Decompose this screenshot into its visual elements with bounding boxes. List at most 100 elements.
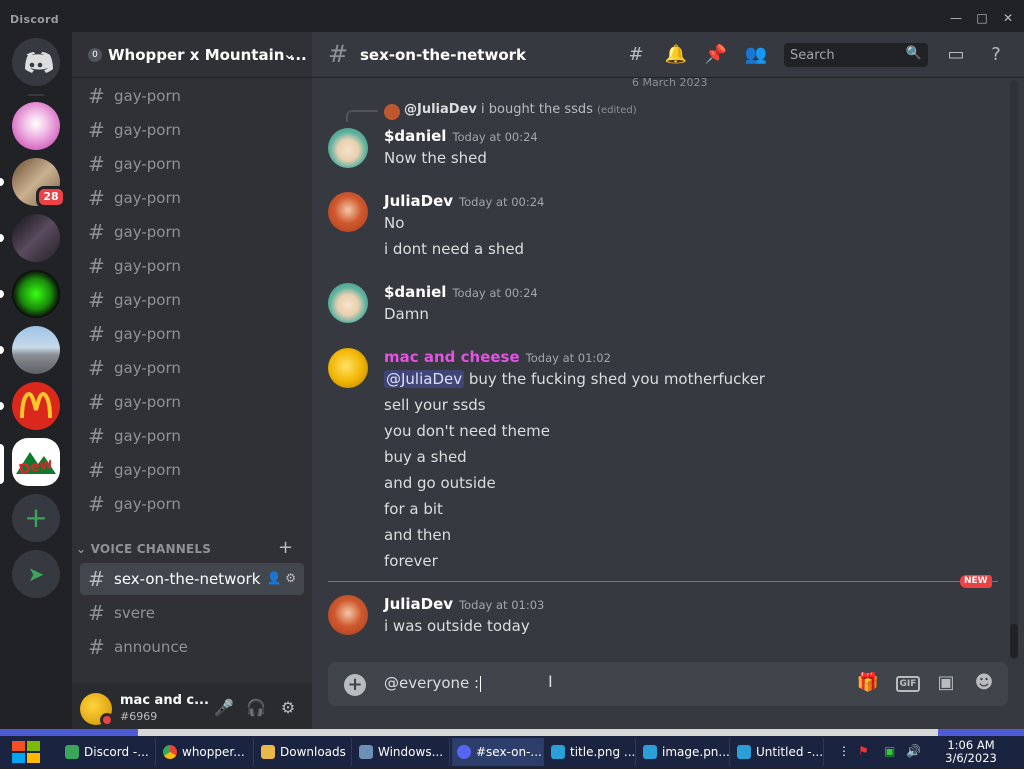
channel-item[interactable]: # gay-porn — [80, 80, 304, 112]
app-title: Discord — [10, 13, 59, 26]
add-server-icon[interactable]: + — [12, 494, 60, 542]
channel-item[interactable]: # gay-porn — [80, 250, 304, 282]
user-tag: #6969 — [120, 710, 158, 723]
channel-name: gay-porn — [114, 87, 181, 105]
avatar[interactable] — [328, 595, 368, 635]
server-icon-4[interactable] — [12, 270, 60, 318]
chevron-down-icon[interactable]: ⌄ — [283, 44, 296, 63]
bell-icon[interactable]: 🔔 — [664, 44, 688, 68]
taskbar-item[interactable]: Untitled -... — [732, 738, 824, 766]
text-cursor — [480, 675, 482, 692]
hashtag-icon: # — [88, 254, 105, 278]
message-author[interactable]: JuliaDev Today at 01:03 — [384, 595, 544, 613]
gif-icon[interactable]: GIF — [896, 676, 920, 692]
home-button[interactable] — [12, 38, 60, 86]
avatar[interactable] — [328, 128, 368, 168]
pin-icon[interactable]: 📌 — [704, 44, 728, 68]
channel-item[interactable]: # gay-porn — [80, 488, 304, 520]
avatar[interactable] — [328, 283, 368, 323]
microphone-icon[interactable]: 🎤 — [213, 698, 235, 720]
volume-icon[interactable]: 🔊 — [906, 744, 921, 758]
channel-item[interactable]: # gay-porn — [80, 420, 304, 452]
channel-item[interactable]: # gay-porn — [80, 216, 304, 248]
taskbar-item[interactable]: image.pn... — [638, 738, 730, 766]
avatar[interactable] — [328, 348, 368, 388]
message-text: sell your ssds — [384, 396, 486, 414]
hashtag-icon: # — [88, 118, 105, 142]
server-header[interactable]: 0 Whopper x Mountain ... ⌄ — [72, 32, 312, 78]
taskbar-item[interactable]: Windows... — [354, 738, 450, 766]
inbox-icon[interactable]: ▭ — [944, 44, 968, 68]
message-composer[interactable]: + @everyone : 🎁 GIF ▣ ☻ — [328, 662, 1008, 706]
avatar[interactable] — [328, 192, 368, 232]
server-icon-1[interactable] — [12, 102, 60, 150]
server-icon-5[interactable] — [12, 326, 60, 374]
invite-icon[interactable]: 👤 — [266, 571, 281, 585]
timestamp: Today at 00:24 — [452, 286, 538, 300]
hashtag-icon: # — [88, 390, 105, 414]
reply-text: i bought the ssds — [481, 102, 593, 117]
server-icon-mcdonalds[interactable] — [12, 382, 60, 430]
channel-item[interactable]: # gay-porn — [80, 148, 304, 180]
message-author[interactable]: mac and cheese Today at 01:02 — [384, 348, 611, 366]
minimize-icon[interactable]: — — [946, 11, 966, 25]
channel-name: gay-porn — [114, 325, 181, 343]
user-mention[interactable]: @JuliaDev — [384, 370, 465, 388]
message-author[interactable]: $daniel Today at 00:24 — [384, 283, 538, 301]
reply-preview[interactable]: @JuliaDev i bought the ssds (edited) — [404, 102, 637, 117]
channel-item-active[interactable]: # sex-on-the-network 👤 ⚙ — [80, 563, 304, 595]
scrollbar-thumb[interactable] — [1010, 624, 1018, 658]
scrollbar-track[interactable] — [1010, 80, 1018, 660]
sticker-icon[interactable]: ▣ — [934, 672, 958, 696]
clock[interactable]: 1:06 AM 3/6/2023 — [938, 739, 1004, 765]
add-channel-icon[interactable]: + — [278, 537, 293, 558]
gear-icon[interactable]: ⚙ — [277, 698, 299, 720]
channel-item[interactable]: # gay-porn — [80, 454, 304, 486]
explore-servers-icon[interactable]: ➤ — [12, 550, 60, 598]
taskbar-item[interactable]: Discord -... — [60, 738, 156, 766]
message-text: and go outside — [384, 474, 496, 492]
hashtag-icon: # — [88, 601, 105, 625]
message-input[interactable]: @everyone : — [384, 674, 482, 692]
close-icon[interactable]: ✕ — [998, 11, 1018, 25]
emoji-icon[interactable]: ☻ — [972, 672, 996, 696]
channel-item[interactable]: # gay-porn — [80, 114, 304, 146]
voice-category-header[interactable]: ⌄ VOICE CHANNELS — [76, 542, 211, 556]
message-text: buy a shed — [384, 448, 467, 466]
hashtag-icon: # — [88, 635, 105, 659]
server-icon-mountain-dew[interactable]: Dew — [12, 438, 60, 486]
upload-plus-icon[interactable]: + — [344, 674, 366, 696]
message-author[interactable]: JuliaDev Today at 00:24 — [384, 192, 544, 210]
flag-icon[interactable]: ⚑ — [858, 744, 869, 758]
taskbar-item-active[interactable]: #sex-on-... — [452, 738, 544, 766]
channel-item[interactable]: # gay-porn — [80, 386, 304, 418]
help-icon[interactable]: ? — [984, 44, 1008, 68]
channel-item[interactable]: # gay-porn — [80, 318, 304, 350]
gift-icon[interactable]: 🎁 — [856, 672, 880, 696]
members-icon[interactable]: 👥 — [744, 44, 768, 68]
taskbar-item[interactable]: whopper... — [158, 738, 254, 766]
maximize-icon[interactable]: □ — [972, 11, 992, 25]
network-icon[interactable]: ▣ — [884, 744, 895, 758]
channel-name: gay-porn — [114, 257, 181, 275]
channel-item[interactable]: # gay-porn — [80, 352, 304, 384]
channel-item[interactable]: # announce — [80, 631, 304, 663]
new-messages-divider — [328, 581, 998, 582]
hashtag-icon: # — [328, 40, 349, 68]
taskbar-item[interactable]: Downloads — [256, 738, 352, 766]
timestamp: Today at 01:03 — [459, 598, 545, 612]
channel-item[interactable]: # gay-porn — [80, 284, 304, 316]
gear-icon[interactable]: ⚙ — [285, 571, 296, 585]
message-text: forever — [384, 552, 438, 570]
message-author[interactable]: $daniel Today at 00:24 — [384, 127, 538, 145]
server-icon-3[interactable] — [12, 214, 60, 262]
search-input[interactable]: Search 🔍 — [784, 43, 928, 67]
headphones-icon[interactable]: 🎧 — [245, 698, 267, 720]
taskbar-item[interactable]: title.png ... — [546, 738, 636, 766]
windows-start-icon[interactable] — [10, 739, 42, 765]
more-icon[interactable]: ⋮ — [838, 744, 850, 758]
channel-item[interactable]: # svere — [80, 597, 304, 629]
channel-item[interactable]: # gay-porn — [80, 182, 304, 214]
channel-title: sex-on-the-network — [360, 46, 527, 64]
threads-icon[interactable]: # — [624, 44, 648, 68]
